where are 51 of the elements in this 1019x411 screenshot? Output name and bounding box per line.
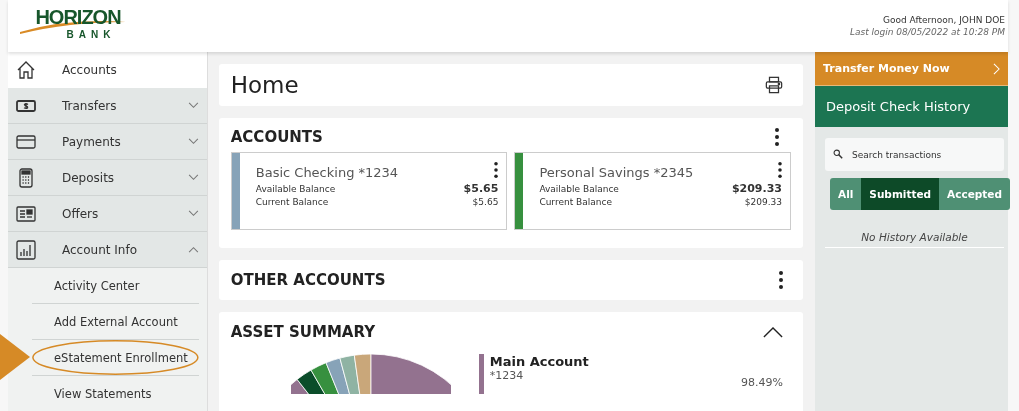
sidebar-item[interactable]: Payments xyxy=(8,124,207,160)
balance-amount: $209.33 xyxy=(744,197,782,207)
section-title: ACCOUNTS xyxy=(230,128,323,146)
sidebar-item[interactable]: Offers xyxy=(8,196,207,232)
balance-amount: $5.65 xyxy=(472,197,499,207)
search-field[interactable]: Search transactions xyxy=(825,138,1004,171)
calculator-icon xyxy=(16,167,36,188)
balance-amount: $209.33 xyxy=(731,182,782,195)
search-icon xyxy=(833,149,843,159)
balance-label: Available Balance xyxy=(255,184,336,194)
more-options-icon[interactable] xyxy=(494,162,499,178)
submenu-item[interactable]: Activity Center xyxy=(32,268,199,304)
legend-number: *1234 xyxy=(489,369,525,382)
filter-tab[interactable]: Submitted xyxy=(861,178,940,210)
sidebar-item[interactable]: Transfers xyxy=(8,88,207,124)
section-title: ASSET SUMMARY xyxy=(230,323,376,341)
section-title: OTHER ACCOUNTS xyxy=(230,271,386,289)
balance-amount: $5.65 xyxy=(463,182,499,195)
page-title: Home xyxy=(230,72,299,98)
account-name: Basic Checking *1234 xyxy=(255,165,399,180)
sidebar-item[interactable]: Account Info xyxy=(8,232,207,268)
account-name: Personal Savings *2345 xyxy=(539,165,694,180)
home-icon xyxy=(16,59,36,80)
more-options-icon[interactable] xyxy=(775,128,779,146)
sidebar-item[interactable]: Deposits xyxy=(8,160,207,196)
greeting-text: Good Afternoon, JOHN DOE xyxy=(883,15,1005,25)
bar-chart-icon xyxy=(16,239,36,260)
more-options-icon[interactable] xyxy=(779,271,783,289)
filter-tab[interactable]: Accepted xyxy=(939,178,1010,210)
history-title: Deposit Check History xyxy=(815,86,1008,127)
submenu-item[interactable]: Add External Account xyxy=(32,304,199,340)
balance-label: Available Balance xyxy=(539,184,619,194)
submenu-item[interactable]: eStatement Enrollment xyxy=(32,340,199,376)
callout-arrow xyxy=(0,334,30,380)
more-options-icon[interactable] xyxy=(778,162,782,178)
account-card[interactable]: Basic Checking *1234 Available Balance $5.65 Current Balance $5.65 xyxy=(230,152,508,230)
empty-message: No History Available xyxy=(825,231,1004,248)
filter-tab[interactable]: All xyxy=(830,178,862,210)
submenu-item[interactable]: View Statements xyxy=(32,376,199,411)
legend-name: Main Account xyxy=(489,354,590,369)
chevron-up-icon[interactable] xyxy=(763,326,783,338)
newspaper-icon xyxy=(16,203,36,224)
sidebar-item[interactable]: Accounts xyxy=(8,52,207,88)
balance-label: Current Balance xyxy=(539,197,612,207)
legend-percent: 98.49% xyxy=(741,376,783,391)
balance-label: Current Balance xyxy=(255,197,329,207)
account-card[interactable]: Personal Savings *2345 Available Balance $209.33 Current Balance $209.33 xyxy=(514,152,791,230)
last-login-text: Last login 08/05/2022 at 10:28 PM xyxy=(849,27,1005,37)
chevron-right-icon xyxy=(993,62,1000,75)
print-icon[interactable] xyxy=(765,76,783,94)
bank-logo[interactable]: HORIZON BANK xyxy=(18,6,128,46)
